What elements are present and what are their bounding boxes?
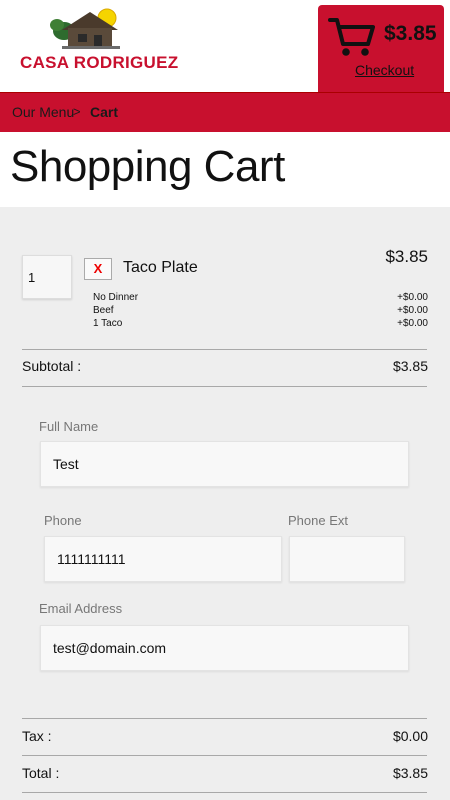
- quantity-input[interactable]: 1: [22, 255, 72, 299]
- item-price: $3.85: [385, 247, 428, 266]
- email-field[interactable]: test@domain.com: [40, 625, 409, 671]
- item-option-price: +$0.00: [397, 305, 428, 316]
- email-label: Email Address: [39, 601, 123, 616]
- item-option: 1 Taco: [93, 318, 123, 329]
- breadcrumb-separator: >: [73, 104, 81, 119]
- site-header: CASA RODRIGUEZ $3.85 Checkout: [0, 0, 450, 92]
- total-value: $3.85: [392, 765, 428, 781]
- divider: [22, 792, 427, 793]
- breadcrumb-our-menu[interactable]: Our Menu: [12, 104, 74, 120]
- brand-logo[interactable]: CASA RODRIGUEZ: [18, 8, 178, 78]
- phone-field[interactable]: 1111111111: [44, 536, 282, 582]
- divider: [22, 718, 427, 719]
- divider: [22, 349, 427, 350]
- checkout-link[interactable]: Checkout: [355, 62, 414, 78]
- cart-total: $3.85: [384, 22, 437, 45]
- tax-value: $0.00: [392, 728, 428, 744]
- tax-label: Tax :: [22, 728, 52, 744]
- breadcrumb: Our Menu > Cart: [0, 92, 450, 132]
- subtotal-value: $3.85: [392, 358, 428, 374]
- phone-ext-label: Phone Ext: [288, 513, 348, 528]
- item-name: Taco Plate: [123, 259, 198, 276]
- shopping-cart-icon: [328, 18, 375, 56]
- divider: [22, 386, 427, 387]
- item-option: Beef: [93, 305, 114, 316]
- cart-summary-button[interactable]: $3.85 Checkout: [318, 5, 444, 92]
- item-option: No Dinner: [93, 292, 139, 303]
- cart-panel: 1 X Taco Plate $3.85 No Dinner +$0.00 Be…: [0, 207, 450, 800]
- house-logo-icon: [50, 8, 120, 49]
- item-option-price: +$0.00: [397, 292, 428, 303]
- item-option-price: +$0.00: [397, 318, 428, 329]
- full-name-label: Full Name: [39, 419, 99, 434]
- page-title: Shopping Cart: [10, 142, 285, 191]
- breadcrumb-cart: Cart: [90, 104, 119, 120]
- brand-name: CASA RODRIGUEZ: [20, 53, 179, 72]
- remove-item-button[interactable]: X: [84, 258, 112, 280]
- phone-ext-field[interactable]: [289, 536, 405, 582]
- subtotal-label: Subtotal :: [22, 358, 82, 374]
- full-name-field[interactable]: Test: [40, 441, 409, 487]
- phone-label: Phone: [44, 513, 82, 528]
- total-label: Total :: [22, 765, 60, 781]
- divider: [22, 755, 427, 756]
